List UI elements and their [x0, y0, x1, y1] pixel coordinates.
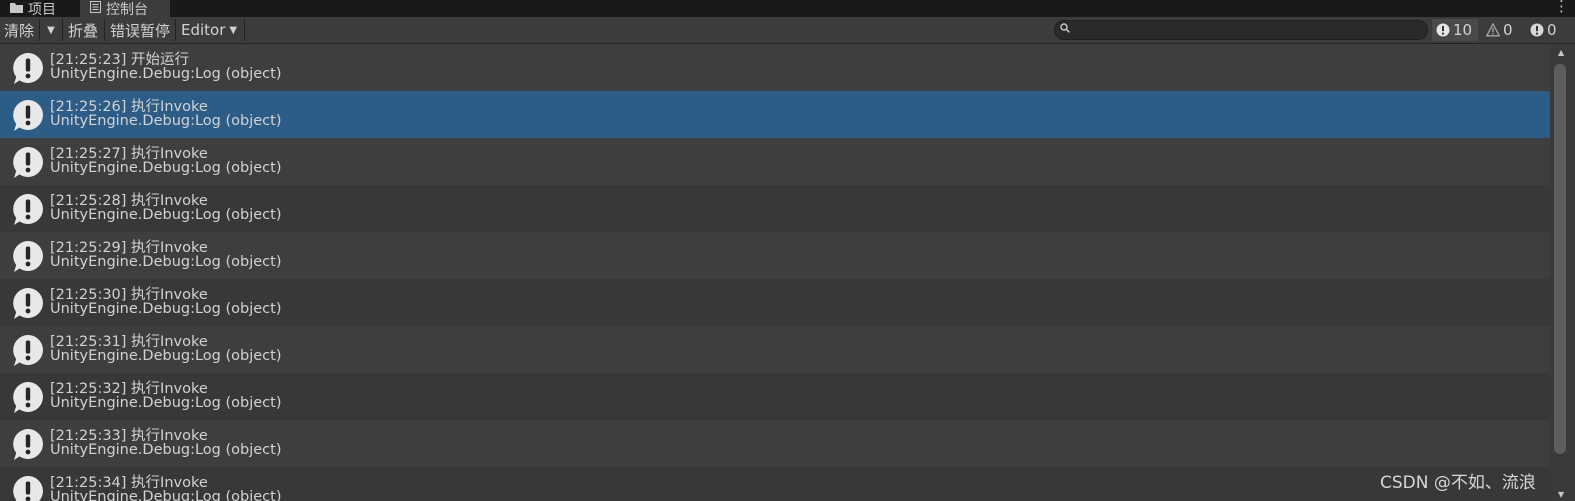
error-count-toggle[interactable]: 0 — [1526, 19, 1566, 41]
log-entry[interactable]: [21:25:29] 执行Invoke UnityEngine.Debug:Lo… — [0, 232, 1550, 279]
log-message-icon — [13, 335, 43, 366]
info-icon — [1436, 23, 1450, 37]
log-entry-stacktrace: UnityEngine.Debug:Log (object) — [50, 160, 282, 176]
search-icon — [1060, 23, 1070, 36]
log-message-icon — [13, 147, 43, 178]
log-entry[interactable]: [21:25:23] 开始运行 UnityEngine.Debug:Log (o… — [0, 44, 1550, 91]
console-toolbar: 清除 ▼ 折叠 错误暂停 Editor ▼ 10 0 0 — [0, 17, 1575, 44]
log-entry[interactable]: [21:25:32] 执行Invoke UnityEngine.Debug:Lo… — [0, 373, 1550, 420]
toolbar-divider — [244, 19, 245, 41]
search-field[interactable] — [1054, 20, 1428, 40]
clear-button[interactable]: 清除 — [0, 19, 38, 41]
tab-console-label: 控制台 — [106, 1, 148, 18]
log-entry-stacktrace: UnityEngine.Debug:Log (object) — [50, 395, 282, 411]
more-options-icon[interactable]: ⋮ — [1554, 0, 1569, 15]
folder-icon — [10, 2, 23, 16]
log-message-icon — [13, 194, 43, 225]
log-message-icon — [13, 100, 43, 131]
log-entry[interactable]: [21:25:33] 执行Invoke UnityEngine.Debug:Lo… — [0, 420, 1550, 467]
log-message-icon — [13, 382, 43, 413]
error-count: 0 — [1547, 21, 1557, 39]
log-entry-selected[interactable]: [21:25:26] 执行Invoke UnityEngine.Debug:Lo… — [0, 91, 1550, 138]
log-message-icon — [13, 476, 43, 501]
log-entry-stacktrace: UnityEngine.Debug:Log (object) — [50, 254, 282, 270]
collapse-toggle-label: 折叠 — [68, 21, 99, 40]
chevron-down-icon: ▼ — [47, 24, 55, 36]
scrollbar-thumb[interactable] — [1554, 64, 1566, 454]
warning-count-toggle[interactable]: 0 — [1482, 19, 1522, 41]
log-entry[interactable]: [21:25:27] 执行Invoke UnityEngine.Debug:Lo… — [0, 138, 1550, 185]
editor-dropdown[interactable]: Editor ▼ — [177, 19, 241, 41]
log-count: 10 — [1453, 21, 1473, 39]
editor-dropdown-label: Editor — [181, 21, 226, 39]
scroll-down-arrow-icon[interactable]: ▼ — [1558, 490, 1564, 499]
tab-project[interactable]: 项目 — [0, 0, 80, 18]
log-message-icon — [13, 288, 43, 319]
toolbar-divider — [175, 19, 176, 41]
log-entry[interactable]: [21:25:30] 执行Invoke UnityEngine.Debug:Lo… — [0, 279, 1550, 326]
log-entry[interactable]: [21:25:31] 执行Invoke UnityEngine.Debug:Lo… — [0, 326, 1550, 373]
toolbar-divider — [62, 19, 63, 41]
log-message-icon — [13, 53, 43, 84]
scroll-up-arrow-icon[interactable]: ▲ — [1558, 48, 1564, 57]
chevron-down-icon: ▼ — [229, 24, 238, 36]
log-entry-stacktrace: UnityEngine.Debug:Log (object) — [50, 207, 282, 223]
log-entry-stacktrace: UnityEngine.Debug:Log (object) — [50, 66, 282, 82]
log-message-icon — [13, 241, 43, 272]
log-entry[interactable]: [21:25:28] 执行Invoke UnityEngine.Debug:Lo… — [0, 185, 1550, 232]
watermark-text: CSDN @不如、流浪 — [1380, 473, 1536, 493]
window-tab-bar: 项目 控制台 ⋮ — [0, 0, 1575, 18]
error-icon — [1530, 23, 1544, 37]
log-entry-stacktrace: UnityEngine.Debug:Log (object) — [50, 301, 282, 317]
tab-project-label: 项目 — [28, 1, 56, 18]
search-input[interactable] — [1075, 22, 1415, 38]
toolbar-divider — [104, 19, 105, 41]
vertical-scrollbar[interactable]: ▲ ▼ — [1550, 44, 1575, 501]
log-message-icon — [13, 429, 43, 460]
console-log-list: [21:25:23] 开始运行 UnityEngine.Debug:Log (o… — [0, 44, 1550, 501]
log-entry-stacktrace: UnityEngine.Debug:Log (object) — [50, 489, 282, 501]
clear-options-dropdown[interactable]: ▼ — [40, 19, 62, 41]
log-entry[interactable]: [21:25:34] 执行Invoke UnityEngine.Debug:Lo… — [0, 467, 1550, 501]
log-entry-stacktrace: UnityEngine.Debug:Log (object) — [50, 442, 282, 458]
warning-count: 0 — [1503, 21, 1513, 39]
log-entry-stacktrace: UnityEngine.Debug:Log (object) — [50, 113, 282, 129]
tab-console[interactable]: 控制台 — [80, 0, 170, 18]
warning-icon — [1486, 23, 1500, 37]
console-icon — [90, 1, 101, 16]
error-pause-toggle[interactable]: 错误暂停 — [106, 19, 174, 41]
clear-button-label: 清除 — [4, 21, 35, 40]
collapse-toggle[interactable]: 折叠 — [64, 19, 102, 41]
error-pause-toggle-label: 错误暂停 — [110, 21, 171, 40]
log-count-toggle[interactable]: 10 — [1432, 19, 1478, 41]
log-entry-stacktrace: UnityEngine.Debug:Log (object) — [50, 348, 282, 364]
